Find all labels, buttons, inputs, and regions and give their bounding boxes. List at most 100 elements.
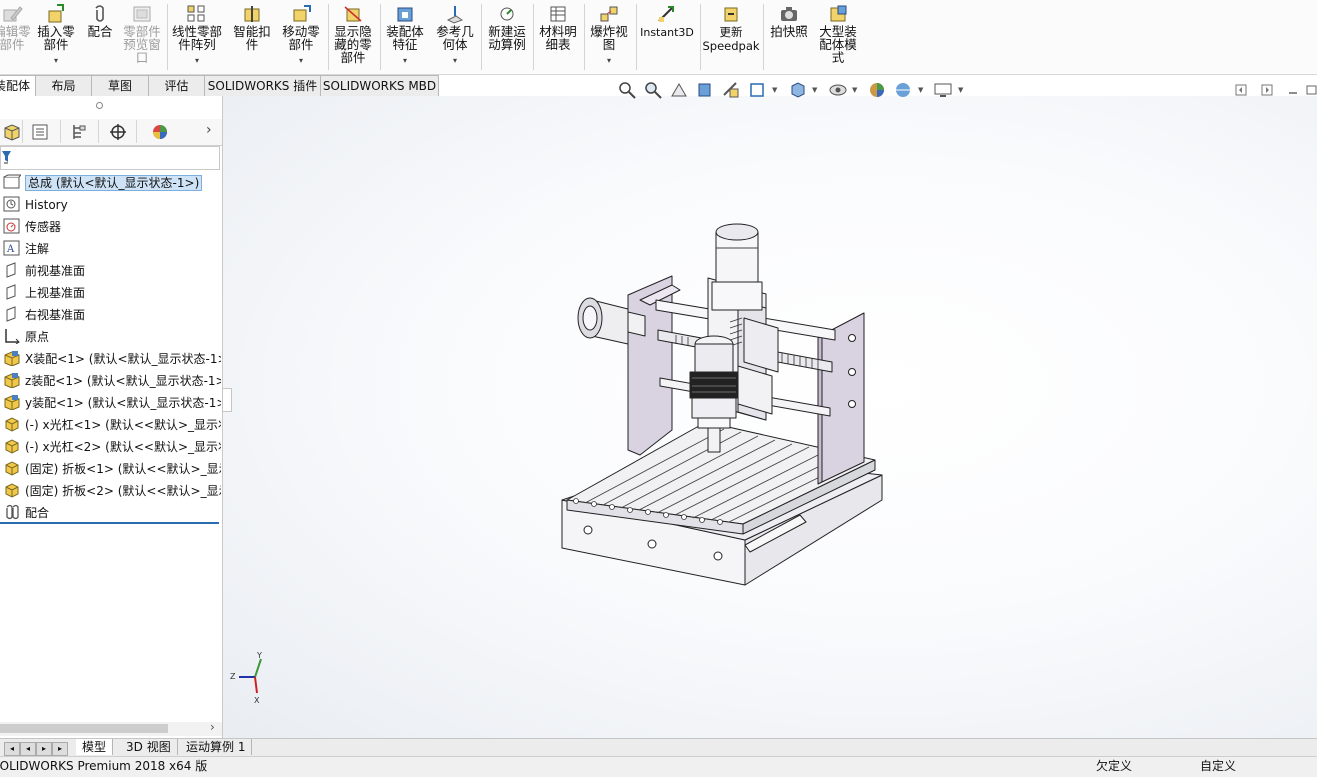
tree-item[interactable]: 传感器	[3, 217, 221, 237]
tree-item-label: 配合	[25, 506, 50, 520]
apply-scene-icon[interactable]	[893, 80, 913, 100]
exploded-view-label: 爆炸视 图	[590, 24, 628, 52]
tree-item[interactable]: (固定) 折板<2> (默认<<默认>_显示状态 1>)	[3, 481, 221, 501]
chevron-right-icon[interactable]: ›	[210, 720, 215, 734]
maximize-icon[interactable]	[1306, 84, 1317, 96]
reference-geometry-button[interactable]: 参考几 何体 ▾	[432, 2, 478, 67]
graphics-area[interactable]: Y Z X	[223, 96, 1317, 738]
tree-item[interactable]: History	[3, 195, 221, 215]
tab-model[interactable]: 模型	[76, 739, 114, 755]
smart-fasteners-label: 智能扣 件	[233, 24, 271, 52]
cnc-machine-model[interactable]	[223, 96, 1317, 738]
tree-item[interactable]: z装配<1> (默认<默认_显示状态-1>)	[3, 371, 221, 391]
tab-configuration-manager[interactable]	[60, 120, 99, 143]
chevron-down-icon[interactable]: ▼	[812, 86, 817, 94]
chevron-down-icon[interactable]: ▾	[432, 54, 478, 67]
tab-sketch[interactable]: 草图	[91, 75, 149, 96]
restore-left-icon[interactable]	[1235, 84, 1247, 96]
view-orientation-icon[interactable]	[747, 80, 767, 100]
tree-item[interactable]: 上视基准面	[3, 283, 221, 303]
bill-of-materials-label: 材料明 细表	[539, 24, 577, 52]
chevron-down-icon[interactable]: ▾	[34, 54, 78, 67]
bill-of-materials-button[interactable]: 材料明 细表	[535, 2, 581, 51]
chevron-down-icon[interactable]: ▼	[852, 86, 857, 94]
last-tab-icon[interactable]: ▸	[52, 742, 68, 756]
chevron-down-icon[interactable]: ▾	[586, 54, 632, 67]
tab-dimxpert-manager[interactable]	[98, 120, 137, 143]
filter-icon[interactable]	[1, 149, 15, 165]
tab-scroll-controls[interactable]: ◂ ◂ ▸ ▸	[4, 740, 70, 756]
prev-tab-icon[interactable]: ◂	[20, 742, 36, 756]
minimize-icon[interactable]	[1287, 84, 1299, 96]
instant3d-label: Instant3D	[640, 26, 694, 39]
first-tab-icon[interactable]: ◂	[4, 742, 20, 756]
show-hidden-components-button[interactable]: 显示隐 藏的零 部件	[330, 2, 376, 64]
zoom-to-area-icon[interactable]	[643, 80, 663, 100]
chevron-down-icon[interactable]: ▼	[772, 86, 777, 94]
tree-item[interactable]: 总成 (默认<默认_显示状态-1>)	[3, 173, 221, 193]
tree-item[interactable]: X装配<1> (默认<默认_显示状态-1>)	[3, 349, 221, 369]
tab-motion-study[interactable]: 运动算例 1	[180, 739, 253, 755]
dynamic-annotation-icon[interactable]	[721, 80, 741, 100]
tree-item-label: 传感器	[25, 220, 62, 234]
restore-right-icon[interactable]	[1261, 84, 1273, 96]
tab-property-manager[interactable]	[22, 120, 61, 143]
tree-item[interactable]: 右视基准面	[3, 305, 221, 325]
move-component-button[interactable]: 移动零 部件 ▾	[278, 2, 324, 67]
tab-layout[interactable]: 布局	[35, 75, 92, 96]
tree-item[interactable]: 前视基准面	[3, 261, 221, 281]
tree-item[interactable]: (-) x光杠<2> (默认<<默认>_显示状态 1>)	[3, 437, 221, 457]
mate-button[interactable]: 配合	[84, 2, 116, 38]
section-view-icon[interactable]	[695, 80, 715, 100]
tree-item[interactable]: 原点	[3, 327, 221, 347]
tab-solidworks-addins[interactable]: SOLIDWORKS 插件	[204, 75, 321, 96]
chevron-down-icon[interactable]: ▾	[382, 54, 428, 67]
hide-show-items-icon[interactable]	[828, 80, 848, 100]
tab-3d-view[interactable]: 3D 视图	[120, 739, 178, 755]
panel-grip-icon[interactable]	[96, 102, 103, 109]
panel-collapse-handle[interactable]	[222, 388, 232, 412]
tree-item[interactable]: y装配<1> (默认<默认_显示状态-1>)	[3, 393, 221, 413]
tab-solidworks-mbd[interactable]: SOLIDWORKS MBD	[320, 75, 439, 96]
chevron-right-icon[interactable]: ›	[206, 122, 212, 138]
display-style-icon[interactable]	[788, 80, 808, 100]
chevron-down-icon[interactable]: ▾	[168, 54, 226, 67]
reference-geometry-label: 参考几 何体	[436, 24, 474, 52]
take-snapshot-button[interactable]: 拍快照	[766, 2, 812, 38]
exploded-view-button[interactable]: 爆炸视 图 ▾	[586, 2, 632, 67]
large-assembly-mode-button[interactable]: 大型装 配体模 式	[814, 2, 862, 64]
view-settings-icon[interactable]	[933, 80, 953, 100]
tab-evaluate[interactable]: 评估	[148, 75, 205, 96]
previous-view-icon[interactable]	[669, 80, 689, 100]
edit-component-button[interactable]: 编辑零 部件	[0, 2, 32, 51]
smart-fasteners-button[interactable]: 智能扣 件	[230, 2, 274, 51]
tree-item[interactable]: 配合	[3, 503, 221, 523]
tree-filter-row[interactable]	[0, 146, 220, 170]
component-preview-button[interactable]: 零部件 预览窗 口	[120, 2, 164, 64]
chevron-down-icon[interactable]: ▼	[958, 86, 963, 94]
instant3d-button[interactable]: Instant3D	[638, 2, 696, 39]
move-component-label: 移动零 部件	[282, 24, 320, 52]
tree-horizontal-scrollbar[interactable]: ›	[0, 720, 222, 736]
tab-assembly[interactable]: 装配体	[0, 75, 36, 96]
tree-item[interactable]: (固定) 折板<1> (默认<<默认>_显示状态 1>)	[3, 459, 221, 479]
chevron-down-icon[interactable]: ▼	[918, 86, 923, 94]
edit-appearance-icon[interactable]	[867, 80, 887, 100]
zoom-to-fit-icon[interactable]	[617, 80, 637, 100]
tree-item[interactable]: A 注解	[3, 239, 221, 259]
next-tab-icon[interactable]: ▸	[36, 742, 52, 756]
app-version-text: SOLIDWORKS Premium 2018 x64 版	[0, 759, 208, 773]
tree-item-label: History	[25, 198, 68, 212]
tree-item[interactable]: (-) x光杠<1> (默认<<默认>_显示状态 1>)	[3, 415, 221, 435]
assembly-features-button[interactable]: 装配体 特征 ▾	[382, 2, 428, 67]
tab-feature-tree[interactable]	[0, 120, 23, 143]
chevron-down-icon[interactable]: ▾	[278, 54, 324, 67]
linear-pattern-button[interactable]: 线性零部 件阵列 ▾	[168, 2, 226, 67]
rollback-bar[interactable]	[0, 522, 219, 524]
update-speedpak-button[interactable]: 更新 Speedpak	[702, 2, 760, 53]
scrollbar-thumb[interactable]	[0, 724, 168, 733]
insert-component-button[interactable]: 插入零 部件 ▾	[34, 2, 78, 67]
units-selector[interactable]: 自定义	[1200, 757, 1236, 776]
new-motion-study-button[interactable]: 新建运 动算例	[484, 2, 530, 51]
tab-display-manager[interactable]	[136, 120, 174, 143]
